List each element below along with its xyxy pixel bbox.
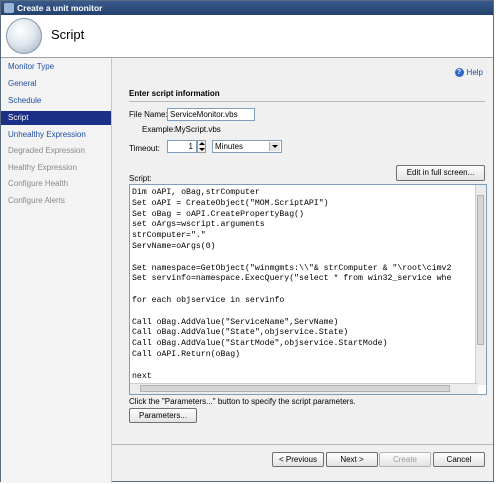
file-name-input[interactable]: ServiceMonitor.vbs: [167, 108, 255, 121]
timeout-unit-value: Minutes: [215, 142, 244, 151]
timeout-unit-select[interactable]: Minutes: [212, 140, 282, 153]
page-title: Script: [51, 27, 85, 42]
vertical-scroll-thumb[interactable]: [477, 195, 484, 345]
cancel-button[interactable]: Cancel: [433, 452, 485, 467]
sidebar-item-unhealthy-expression[interactable]: Unhealthy Expression: [1, 128, 111, 142]
section-divider: [129, 101, 485, 102]
chevron-down-icon[interactable]: [269, 142, 280, 151]
sidebar-item-script[interactable]: Script: [1, 111, 111, 125]
example-label: Example:: [142, 125, 176, 134]
vertical-scrollbar[interactable]: [475, 185, 486, 385]
timeout-stepper[interactable]: [197, 140, 206, 153]
sidebar-item-healthy-expression: Healthy Expression: [8, 163, 77, 172]
window-title: Create a unit monitor: [17, 3, 103, 13]
parameters-hint: Click the "Parameters..." button to spec…: [129, 397, 356, 406]
help-icon: ?: [454, 68, 464, 78]
file-name-label: File Name:: [129, 110, 168, 119]
help-label: Help: [466, 68, 483, 77]
previous-button[interactable]: < Previous: [272, 452, 324, 467]
footer-divider: [112, 444, 493, 445]
next-button[interactable]: Next >: [326, 452, 378, 467]
edit-full-screen-button[interactable]: Edit in full screen...: [396, 165, 485, 181]
stepper-down-icon[interactable]: [199, 148, 205, 151]
main-panel: ? Help Enter script information File Name…: [112, 58, 493, 445]
script-editor[interactable]: Dim oAPI, oBag,strComputer Set oAPI = Cr…: [129, 184, 487, 395]
wizard-window: Create a unit monitor Script Monitor Typ…: [0, 0, 494, 483]
horizontal-scroll-thumb[interactable]: [140, 385, 450, 392]
sidebar-item-configure-alerts: Configure Alerts: [8, 196, 65, 205]
page-header: Script: [1, 15, 493, 58]
title-bar: Create a unit monitor: [1, 1, 493, 15]
sidebar-item-degraded-expression: Degraded Expression: [8, 146, 85, 155]
script-label: Script:: [129, 174, 152, 183]
horizontal-scrollbar[interactable]: [130, 383, 478, 394]
sidebar-item-schedule[interactable]: Schedule: [1, 94, 111, 108]
script-text[interactable]: Dim oAPI, oBag,strComputer Set oAPI = Cr…: [132, 188, 451, 382]
wizard-logo-icon: [6, 18, 42, 54]
sidebar-item-monitor-type[interactable]: Monitor Type: [1, 60, 111, 74]
section-title: Enter script information: [129, 89, 220, 98]
timeout-input[interactable]: 1: [167, 140, 197, 153]
sidebar-item-general[interactable]: General: [1, 77, 111, 91]
parameters-button[interactable]: Parameters...: [129, 408, 197, 423]
wizard-steps-sidebar: Monitor Type General Schedule Script Unh…: [1, 58, 112, 483]
app-icon: [4, 3, 14, 13]
example-value: MyScript.vbs: [175, 125, 221, 134]
create-button: Create: [379, 452, 431, 467]
stepper-up-icon[interactable]: [199, 142, 205, 145]
help-link[interactable]: ? Help: [454, 68, 483, 78]
sidebar-item-configure-health: Configure Health: [8, 179, 69, 188]
timeout-label: Timeout:: [129, 144, 160, 153]
